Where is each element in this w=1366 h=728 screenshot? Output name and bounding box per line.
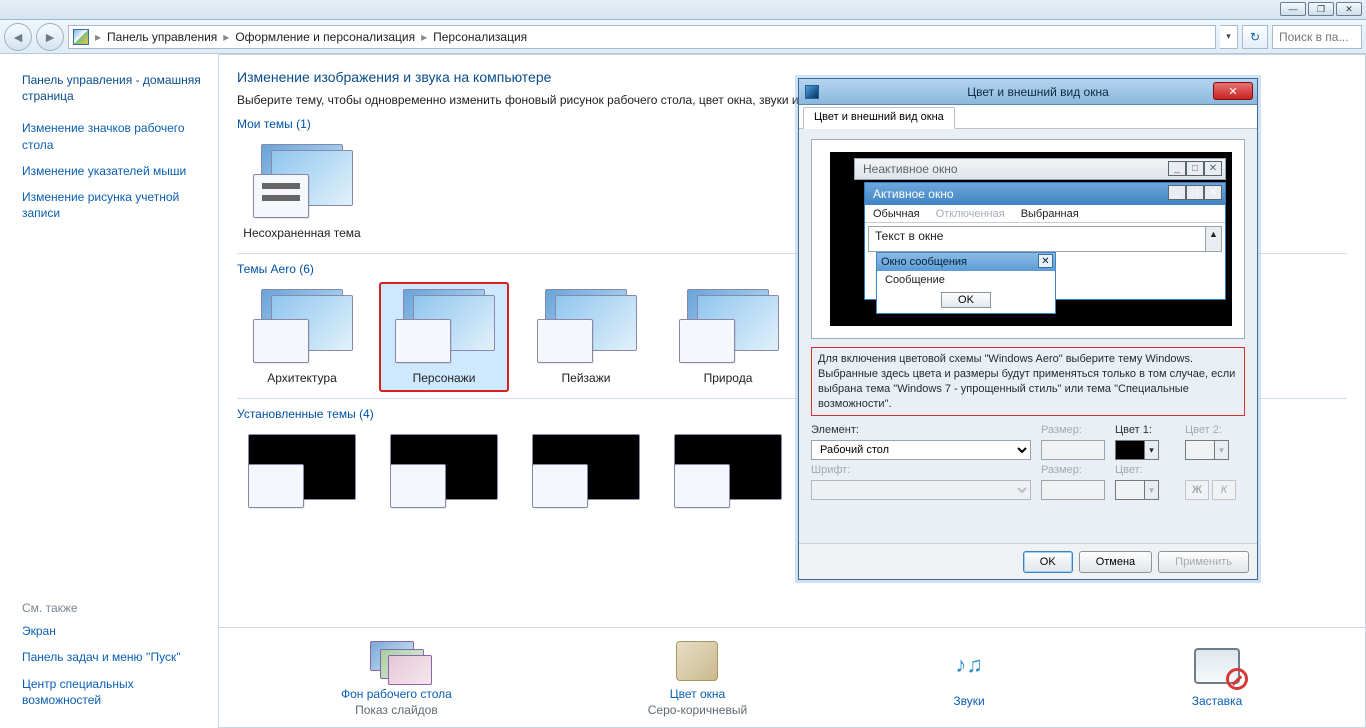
breadcrumb-bar[interactable]: ▸ Панель управления ▸ Оформление и персо… <box>68 25 1216 49</box>
window-maximize-button[interactable]: ❐ <box>1308 2 1334 16</box>
window-close-button[interactable]: ✕ <box>1336 2 1362 16</box>
sidebar-link-desktop-icons[interactable]: Изменение значков рабочего стола <box>22 120 204 152</box>
theme-installed-2[interactable] <box>379 427 509 523</box>
sidebar-home-link[interactable]: Панель управления - домашняя страница <box>22 72 204 104</box>
size-input <box>1041 440 1105 460</box>
appearance-form: Элемент: Размер: Цвет 1: Цвет 2: Рабочий… <box>811 424 1245 500</box>
color2-picker: ▾ <box>1185 440 1229 460</box>
dialog-icon <box>805 85 819 99</box>
see-also-ease-of-access[interactable]: Центр специальных возможностей <box>22 676 204 708</box>
quicklink-sublabel: Серо-коричневый <box>648 703 747 717</box>
label-element: Элемент: <box>811 424 1031 436</box>
quicklink-sublabel: Показ слайдов <box>341 703 452 717</box>
navigation-bar: ◄ ► ▸ Панель управления ▸ Оформление и п… <box>0 20 1366 54</box>
theme-installed-3[interactable] <box>521 427 651 523</box>
label-font-color: Цвет: <box>1115 464 1175 476</box>
theme-installed-4[interactable] <box>663 427 793 523</box>
bottom-quicklinks: Фон рабочего стола Показ слайдов Цвет ок… <box>219 627 1365 727</box>
close-icon: ✕ <box>1038 254 1053 268</box>
minimize-icon: _ <box>1168 161 1186 176</box>
preview-inactive-window: Неактивное окно _□✕ <box>854 158 1226 180</box>
music-notes-icon <box>943 648 995 690</box>
theme-nature[interactable]: Природа <box>663 282 793 392</box>
see-also-label: См. также <box>22 601 204 615</box>
breadcrumb-separator: ▸ <box>421 30 427 44</box>
color-appearance-dialog: Цвет и внешний вид окна ✕ Цвет и внешний… <box>798 78 1258 580</box>
dialog-tabstrip: Цвет и внешний вид окна <box>799 105 1257 129</box>
quicklink-screensaver[interactable]: Заставка <box>1191 648 1243 710</box>
quicklink-desktop-background[interactable]: Фон рабочего стола Показ слайдов <box>341 641 452 717</box>
preview-message-box: Окно сообщения✕ Сообщение OK <box>876 252 1056 314</box>
quicklink-window-color[interactable]: Цвет окна Серо-коричневый <box>648 641 747 717</box>
theme-label: Природа <box>704 371 753 385</box>
label-size: Размер: <box>1041 424 1105 436</box>
dialog-cancel-button[interactable]: Отмена <box>1079 551 1152 573</box>
sidebar-link-account-picture[interactable]: Изменение рисунка учетной записи <box>22 189 204 221</box>
quicklink-label: Цвет окна <box>648 687 747 701</box>
bold-toggle: Ж <box>1185 480 1209 500</box>
breadcrumb-item[interactable]: Панель управления <box>107 30 217 44</box>
sidebar-link-mouse-pointers[interactable]: Изменение указателей мыши <box>22 163 204 179</box>
window-titlebar: — ❐ ✕ <box>0 0 1366 20</box>
dialog-close-button[interactable]: ✕ <box>1213 82 1253 100</box>
sidebar: Панель управления - домашняя страница Из… <box>0 54 218 728</box>
breadcrumb-separator: ▸ <box>223 30 229 44</box>
see-also-display[interactable]: Экран <box>22 623 204 639</box>
no-entry-icon <box>1226 668 1248 690</box>
close-icon: ✕ <box>1204 161 1222 176</box>
preview-menu-selected: Выбранная <box>1021 208 1079 220</box>
preview-menu-normal: Обычная <box>873 208 920 220</box>
nav-back-button[interactable]: ◄ <box>4 23 32 51</box>
breadcrumb-separator: ▸ <box>95 30 101 44</box>
font-color-picker: ▾ <box>1115 480 1159 500</box>
address-dropdown-button[interactable]: ▾ <box>1220 25 1238 49</box>
window-minimize-button[interactable]: — <box>1280 2 1306 16</box>
preview-menu-disabled: Отключенная <box>936 208 1005 220</box>
dialog-tab-appearance[interactable]: Цвет и внешний вид окна <box>803 107 955 129</box>
theme-unsaved[interactable]: Несохраненная тема <box>237 137 367 247</box>
label-color2: Цвет 2: <box>1185 424 1245 436</box>
appearance-preview: Неактивное окно _□✕ Активное окно _□✕ Об… <box>811 139 1245 339</box>
maximize-icon: □ <box>1186 185 1204 200</box>
italic-toggle: К <box>1212 480 1236 500</box>
dialog-ok-button[interactable]: OK <box>1023 551 1073 573</box>
theme-label: Пейзажи <box>562 371 611 385</box>
theme-label: Несохраненная тема <box>243 226 360 240</box>
color1-picker[interactable]: ▾ <box>1115 440 1159 460</box>
preview-window-text: Текст в окне ▲ <box>868 226 1222 252</box>
close-icon: ✕ <box>1204 185 1222 200</box>
search-input[interactable]: Поиск в па... <box>1272 25 1362 49</box>
theme-landscapes[interactable]: Пейзажи <box>521 282 651 392</box>
nav-forward-button[interactable]: ► <box>36 23 64 51</box>
aero-warning-note: Для включения цветовой схемы "Windows Ae… <box>811 347 1245 416</box>
scrollbar-up-icon: ▲ <box>1205 227 1221 251</box>
see-also-taskbar[interactable]: Панель задач и меню ''Пуск'' <box>22 649 204 665</box>
dialog-titlebar[interactable]: Цвет и внешний вид окна ✕ <box>799 79 1257 105</box>
theme-label: Архитектура <box>267 371 337 385</box>
theme-installed-1[interactable] <box>237 427 367 523</box>
quicklink-label: Звуки <box>943 694 995 708</box>
dialog-apply-button[interactable]: Применить <box>1158 551 1249 573</box>
font-size-input <box>1041 480 1105 500</box>
label-font-size: Размер: <box>1041 464 1105 476</box>
theme-characters[interactable]: Персонажи <box>379 282 509 392</box>
theme-architecture[interactable]: Архитектура <box>237 282 367 392</box>
minimize-icon: _ <box>1168 185 1186 200</box>
breadcrumb-item[interactable]: Персонализация <box>433 30 527 44</box>
refresh-button[interactable]: ↻ <box>1242 25 1268 49</box>
quicklink-sounds[interactable]: Звуки <box>943 648 995 710</box>
control-panel-icon <box>73 29 89 45</box>
breadcrumb-item[interactable]: Оформление и персонализация <box>235 30 415 44</box>
preview-ok-button: OK <box>941 292 991 308</box>
label-font: Шрифт: <box>811 464 1031 476</box>
label-color1: Цвет 1: <box>1115 424 1175 436</box>
quicklink-label: Фон рабочего стола <box>341 687 452 701</box>
theme-label: Персонажи <box>413 371 476 385</box>
element-select[interactable]: Рабочий стол <box>811 440 1031 460</box>
font-select <box>811 480 1031 500</box>
maximize-icon: □ <box>1186 161 1204 176</box>
dialog-title: Цвет и внешний вид окна <box>825 85 1251 99</box>
dialog-footer: OK Отмена Применить <box>799 543 1257 579</box>
quicklink-label: Заставка <box>1191 694 1243 708</box>
